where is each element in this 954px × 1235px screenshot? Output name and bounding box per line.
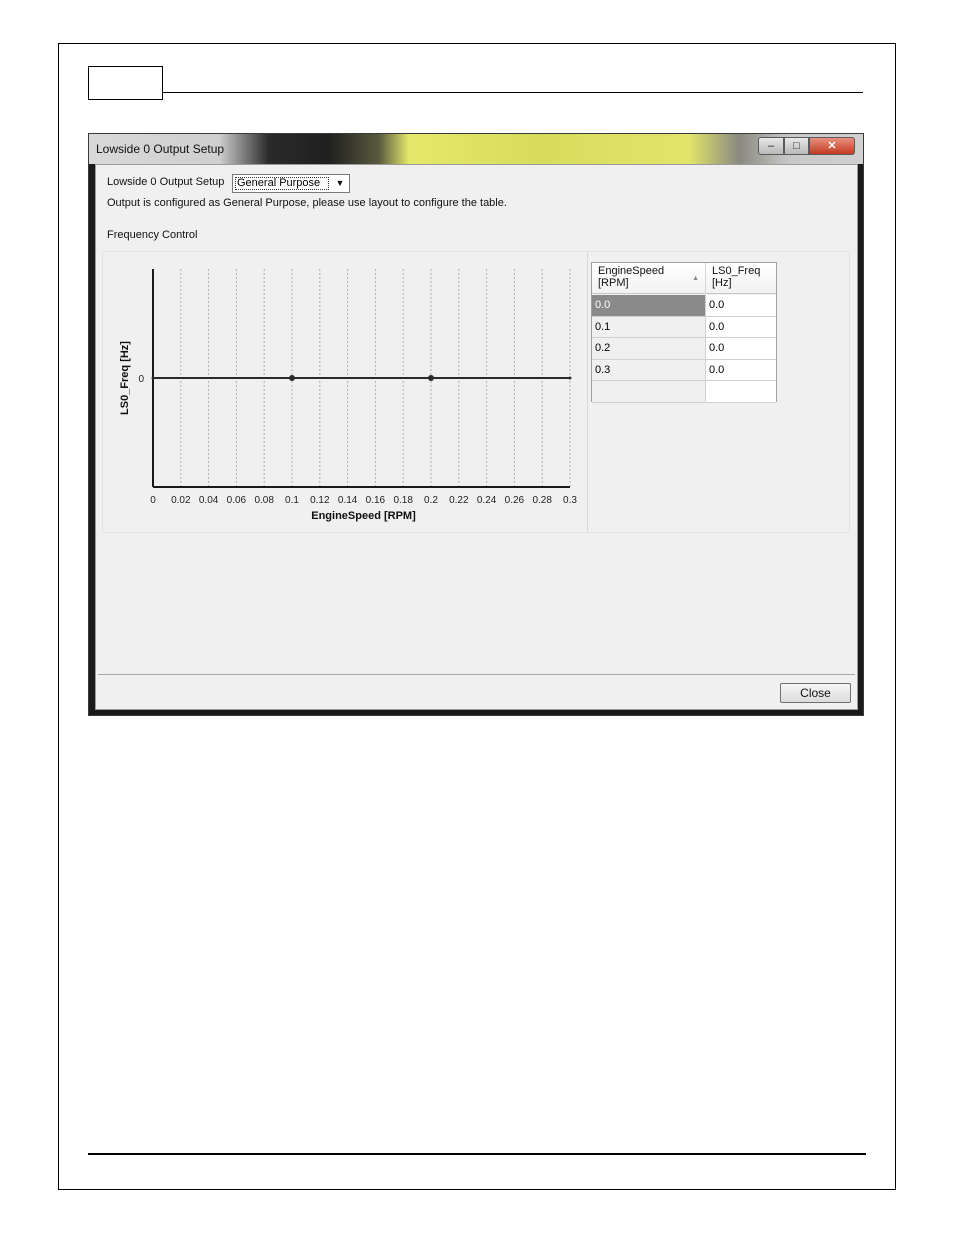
column-header-unit: [RPM] — [598, 277, 629, 289]
data-point — [428, 375, 434, 381]
setup-label: Lowside 0 Output Setup — [107, 176, 225, 188]
maximize-button[interactable]: □ — [784, 137, 809, 155]
frequency-cell[interactable] — [706, 381, 776, 403]
data-point — [151, 376, 155, 380]
x-tick-label: 0.24 — [477, 495, 497, 506]
y-tick-label: 0 — [138, 374, 144, 385]
x-tick-label: 0.14 — [338, 495, 358, 506]
button-separator — [98, 674, 855, 675]
window-client-area: Lowside 0 Output Setup General Purpose ▼… — [95, 164, 858, 710]
header-box — [88, 66, 163, 100]
x-tick-label: 0.04 — [199, 495, 219, 506]
table-row[interactable]: 0.2 0.0 — [592, 338, 776, 360]
x-tick-label: 0.22 — [449, 495, 469, 506]
frequency-table: EngineSpeed [RPM] ▲ LS0_Freq [Hz] 0.0 0.0… — [591, 262, 777, 403]
data-point — [289, 375, 295, 381]
table-row[interactable] — [592, 381, 776, 403]
frequency-cell[interactable]: 0.0 — [706, 338, 776, 360]
frequency-cell[interactable]: 0.0 — [706, 295, 776, 317]
close-button[interactable]: Close — [780, 683, 851, 703]
info-text: Output is configured as General Purpose,… — [107, 197, 507, 209]
x-tick-label: 0.16 — [366, 495, 386, 506]
enginespeed-cell[interactable]: 0.0 — [592, 295, 706, 317]
sort-ascending-icon: ▲ — [692, 275, 699, 282]
table-row[interactable]: 0.1 0.0 — [592, 316, 776, 338]
x-tick-label: 0.08 — [254, 495, 274, 506]
window-title: Lowside 0 Output Setup — [96, 142, 225, 156]
x-tick-label: 0.12 — [310, 495, 330, 506]
close-window-button[interactable]: ✕ — [809, 137, 855, 155]
frequency-cell[interactable]: 0.0 — [706, 359, 776, 381]
x-tick-label: 0.18 — [393, 495, 413, 506]
column-header-ls0-freq[interactable]: LS0_Freq [Hz] — [706, 263, 776, 294]
x-axis-label: EngineSpeed [RPM] — [311, 510, 416, 522]
x-tick-label: 0 — [150, 495, 156, 506]
x-tick-label: 0.3 — [563, 495, 577, 506]
output-setup-window: Lowside 0 Output Setup – □ ✕ Lowside 0 O… — [88, 133, 864, 716]
x-tick-label: 0.02 — [171, 495, 191, 506]
minimize-button[interactable]: – — [758, 137, 784, 155]
output-mode-select[interactable]: General Purpose ▼ — [232, 174, 350, 193]
x-tick-label: 0.28 — [532, 495, 552, 506]
frequency-cell[interactable]: 0.0 — [706, 316, 776, 338]
x-tick-label: 0.1 — [285, 495, 299, 506]
enginespeed-cell[interactable]: 0.1 — [592, 316, 706, 338]
chevron-down-icon[interactable]: ▼ — [332, 176, 348, 191]
enginespeed-cell[interactable]: 0.3 — [592, 359, 706, 381]
x-tick-label: 0.2 — [424, 495, 438, 506]
window-titlebar[interactable]: Lowside 0 Output Setup – □ ✕ — [89, 134, 863, 164]
x-tick-label: 0.06 — [227, 495, 247, 506]
table-row[interactable]: 0.0 0.0 — [592, 295, 776, 317]
frequency-chart[interactable]: 0 0.02 0.04 0.06 0.08 0.1 0.12 0.14 0.16 0.18 0.2 0… — [103, 252, 587, 532]
column-header-label: EngineSpeed — [598, 265, 665, 277]
output-mode-value: General Purpose — [235, 177, 329, 190]
frequency-control-group: 0 0.02 0.04 0.06 0.08 0.1 0.12 0.14 0.16 0.18 0.2 0… — [102, 251, 850, 533]
column-header-label: LS0_Freq — [712, 265, 761, 277]
group-label: Frequency Control — [107, 229, 198, 241]
table-row[interactable]: 0.3 0.0 — [592, 359, 776, 381]
frequency-chart-svg: 0 0.02 0.04 0.06 0.08 0.1 0.12 0.14 0.16 0.18 0.2 0… — [119, 269, 577, 522]
column-header-enginespeed[interactable]: EngineSpeed [RPM] ▲ — [592, 263, 706, 294]
panel-divider — [587, 252, 588, 532]
x-tick-label: 0.26 — [505, 495, 525, 506]
enginespeed-cell[interactable]: 0.2 — [592, 338, 706, 360]
column-header-unit: [Hz] — [712, 277, 732, 289]
y-axis-label: LS0_Freq [Hz] — [119, 341, 131, 415]
footer-rule — [88, 1153, 866, 1155]
data-point — [568, 376, 572, 380]
enginespeed-cell[interactable] — [592, 381, 706, 403]
header-rule — [163, 92, 863, 93]
